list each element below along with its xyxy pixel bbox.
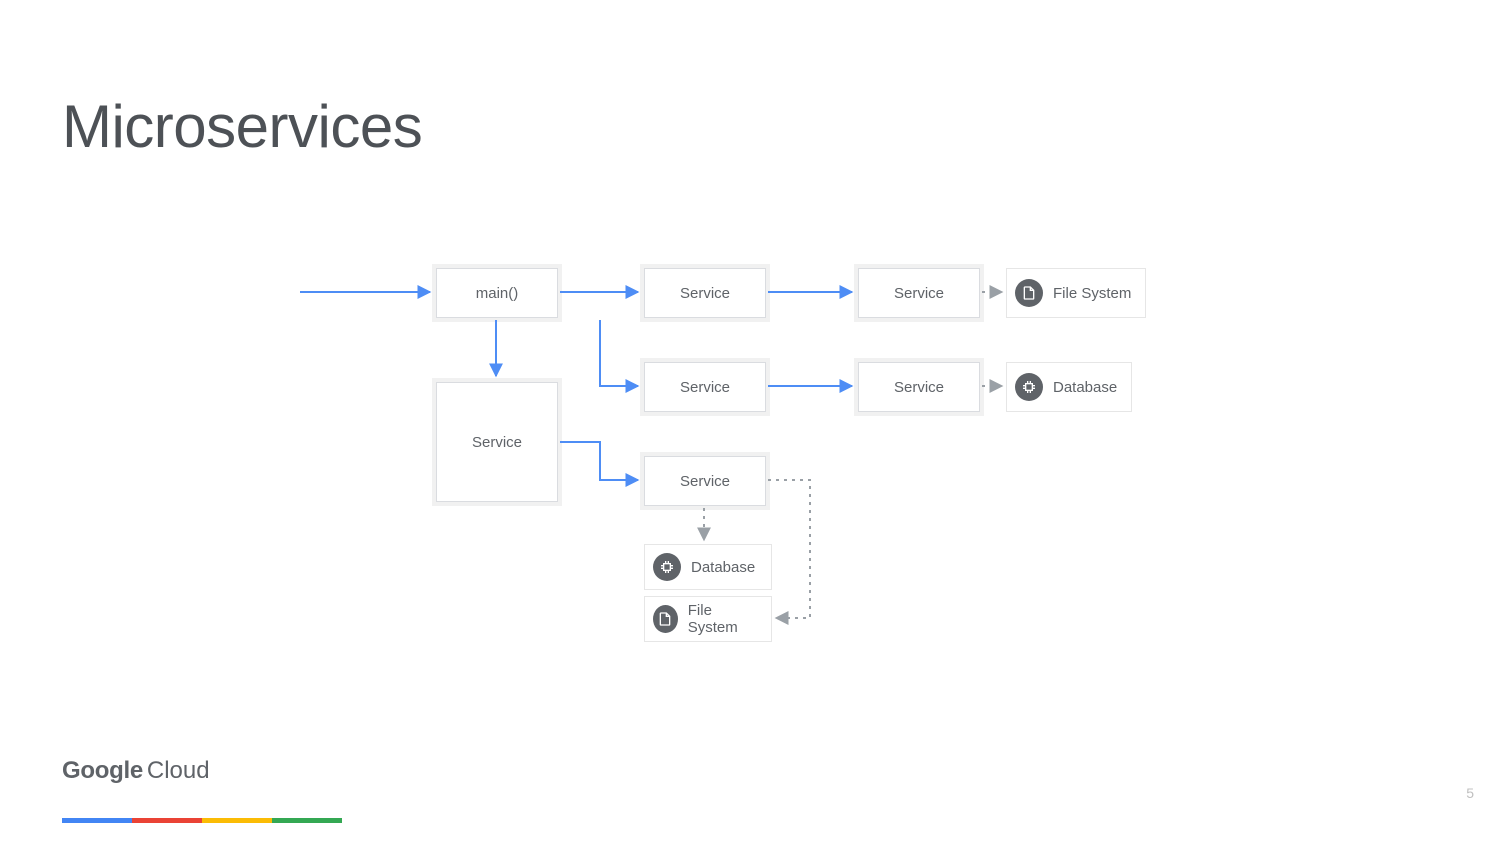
node-service-left: Service — [436, 382, 558, 502]
slide-title: Microservices — [62, 92, 422, 161]
file-icon — [653, 605, 678, 633]
resource-label: Database — [691, 559, 755, 576]
node-service-bottom: Service — [644, 456, 766, 506]
resource-database-bottom: Database — [644, 544, 772, 590]
file-icon — [1015, 279, 1043, 307]
resource-label: File System — [688, 602, 757, 636]
resource-label: File System — [1053, 285, 1131, 302]
resource-filesystem-bottom: File System — [644, 596, 772, 642]
page-number: 5 — [1466, 785, 1474, 801]
brand-stripe — [62, 818, 342, 823]
node-service-mid-a: Service — [644, 362, 766, 412]
node-service-top-a: Service — [644, 268, 766, 318]
resource-filesystem-top: File System — [1006, 268, 1146, 318]
node-main: main() — [436, 268, 558, 318]
resource-label: Database — [1053, 379, 1117, 396]
brand-google: Google — [62, 757, 143, 785]
brand-google-cloud: Google Cloud — [62, 757, 210, 785]
chip-icon — [1015, 373, 1043, 401]
node-service-top-b: Service — [858, 268, 980, 318]
chip-icon — [653, 553, 681, 581]
brand-cloud: Cloud — [147, 757, 210, 785]
node-service-mid-b: Service — [858, 362, 980, 412]
resource-database-mid: Database — [1006, 362, 1132, 412]
